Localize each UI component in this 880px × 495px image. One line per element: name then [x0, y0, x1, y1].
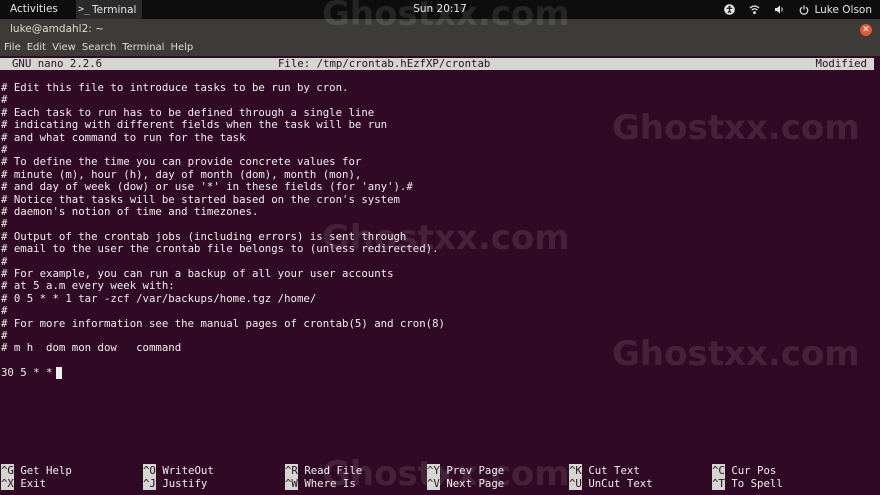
user-menu[interactable]: Luke Olson [799, 4, 872, 16]
buffer-line: # Edit this file to introduce tasks to b… [1, 81, 349, 94]
shortcut-writeout[interactable]: ^O WriteOut [143, 464, 214, 477]
buffer-line-current: 30 5 * * [1, 366, 59, 380]
shortcut-cut-text[interactable]: ^K Cut Text [569, 464, 640, 477]
buffer-line: # 0 5 * * 1 tar -zcf /var/backups/home.t… [1, 291, 317, 305]
menu-help[interactable]: Help [166, 41, 193, 56]
shortcut-key: ^J [143, 477, 156, 490]
accessibility-icon[interactable] [724, 4, 736, 15]
watermark: Ghostxx.com [322, 454, 570, 494]
buffer-line: # and day of week (dow) or use '*' in th… [1, 180, 413, 194]
app-menu-button[interactable]: >_ Terminal [76, 0, 143, 19]
shortcut-key: ^X [1, 477, 14, 490]
buffer-line: # [1, 93, 8, 107]
menu-search[interactable]: Search [78, 41, 116, 56]
shortcut-label: Get Help [20, 464, 72, 477]
app-menu-label: Terminal [92, 3, 137, 16]
buffer-line: # [1, 217, 8, 231]
shortcut-key: ^W [285, 477, 298, 490]
buffer-line: # [1, 329, 8, 342]
shortcut-to-spell[interactable]: ^T To Spell [712, 477, 783, 490]
shortcut-label: To Spell [731, 477, 783, 490]
shortcut-justify[interactable]: ^J Justify [143, 477, 208, 490]
shortcut-cur-pos[interactable]: ^C Cur Pos [712, 464, 777, 477]
buffer-line: # m h dom mon dow command [1, 341, 182, 355]
watermark: Ghostxx.com [612, 334, 860, 374]
menu-file[interactable]: File [0, 41, 21, 56]
buffer-line: # For more information see the manual pa… [1, 316, 445, 330]
buffer-line: # To define the time you can provide con… [1, 155, 362, 169]
buffer-line: # [1, 143, 8, 156]
shortcut-key: ^O [143, 464, 156, 477]
activities-button[interactable]: Activities [10, 3, 58, 15]
shortcut-label: Cur Pos [731, 464, 777, 477]
shortcut-key: ^K [569, 464, 582, 477]
nano-version: GNU nano 2.2.6 [12, 57, 103, 70]
nano-filename: File: /tmp/crontab.hEzfXP/crontab [278, 57, 491, 70]
buffer-line: # indicating with different fields when … [1, 118, 388, 132]
shortcut-exit[interactable]: ^X Exit [1, 477, 47, 490]
watermark: Ghostxx.com [612, 108, 860, 148]
shortcut-key: ^U [569, 477, 582, 490]
buffer-line: # at 5 a.m every week with: [1, 279, 175, 293]
shortcut-uncut-text[interactable]: ^U UnCut Text [569, 477, 653, 490]
buffer-line: # daemon's notion of time and timezones. [1, 205, 259, 218]
network-icon[interactable] [749, 4, 760, 15]
shortcut-label: UnCut Text [588, 477, 653, 490]
buffer-line: # Each task to run has to be defined thr… [1, 105, 375, 119]
shortcut-key: ^T [712, 477, 725, 490]
shortcut-key: ^C [712, 464, 725, 477]
system-tray: Luke Olson [724, 0, 872, 19]
power-icon [799, 5, 809, 15]
menu-bar: File Edit View Search Terminal Help [0, 41, 880, 56]
shortcut-label: WriteOut [162, 464, 214, 477]
window-title: luke@amdahl2: ~ [10, 23, 104, 35]
buffer-line: # Notice that tasks will be started base… [1, 192, 400, 206]
buffer-line: # and what command to run for the task [1, 130, 246, 144]
menu-view[interactable]: View [48, 41, 76, 56]
buffer-line: # [1, 304, 8, 318]
buffer-line: # minute (m), hour (h), day of month (do… [1, 167, 362, 181]
text-cursor [56, 367, 62, 379]
buffer-line: # [1, 254, 8, 268]
watermark: Ghostxx.com [322, 0, 570, 34]
shortcut-get-help[interactable]: ^G Get Help [1, 464, 72, 477]
buffer-line: # For example, you can run a backup of a… [1, 267, 394, 280]
shortcut-label: Exit [20, 477, 47, 490]
nano-titlebar: GNU nano 2.2.6 File: /tmp/crontab.hEzfXP… [0, 58, 874, 70]
shortcut-label: Cut Text [588, 464, 640, 477]
watermark: Ghostxx.com [322, 218, 570, 258]
menu-terminal[interactable]: Terminal [118, 41, 164, 56]
shortcut-key: ^R [285, 464, 298, 477]
sound-icon[interactable] [774, 4, 785, 15]
shortcut-key: ^G [1, 464, 14, 477]
user-name: Luke Olson [814, 3, 872, 16]
close-icon[interactable]: ✕ [860, 24, 872, 36]
menu-edit[interactable]: Edit [23, 41, 46, 56]
shortcut-label: Justify [162, 477, 208, 490]
terminal-app-icon: >_ [78, 4, 91, 15]
nano-modified-status: Modified [815, 57, 867, 70]
